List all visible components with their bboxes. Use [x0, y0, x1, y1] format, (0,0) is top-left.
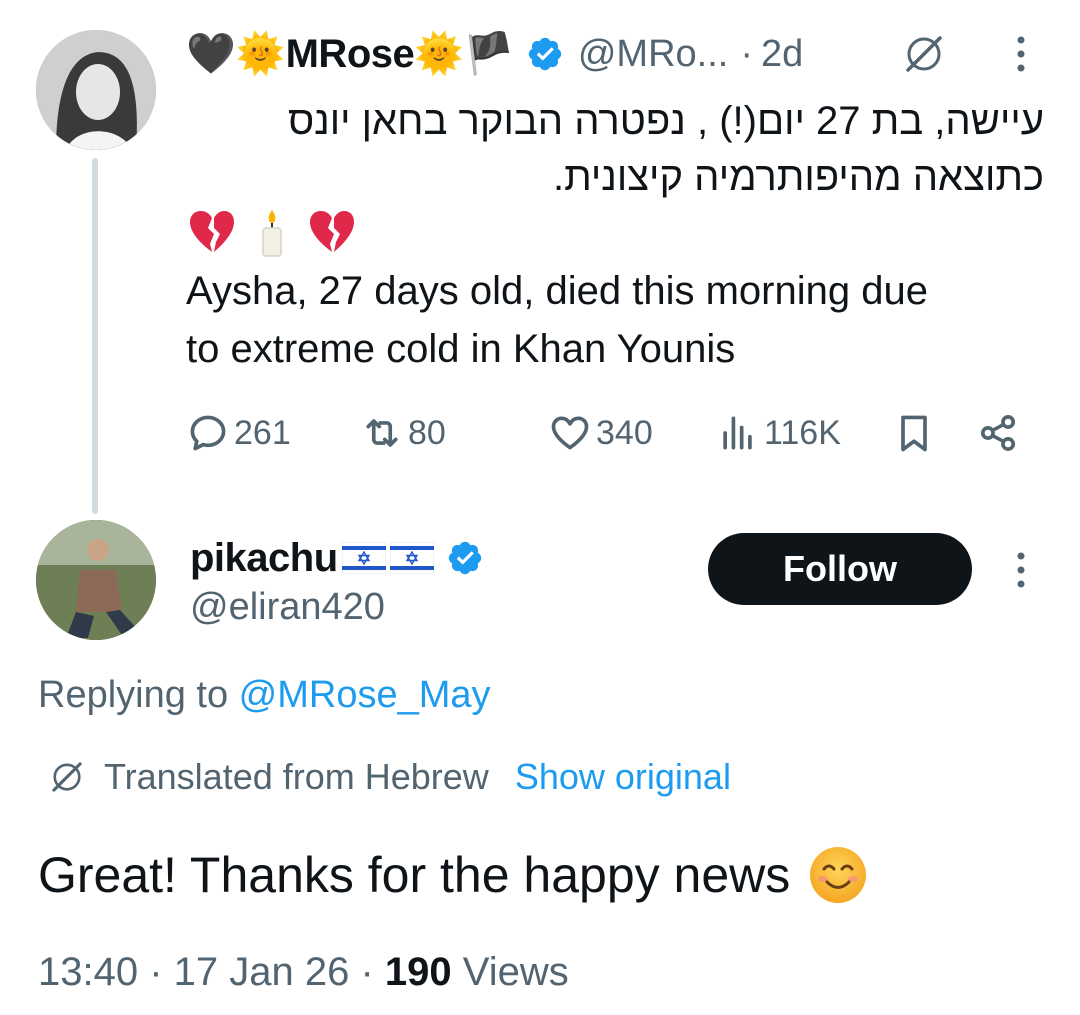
reply-button[interactable]: 261: [186, 408, 291, 458]
like-count: 340: [596, 413, 653, 452]
reply-body: Great! Thanks for the happy news: [38, 842, 868, 908]
israel-flag-icon: [341, 542, 386, 574]
smiling-face-icon: [810, 847, 867, 903]
follow-button[interactable]: Follow: [708, 533, 972, 605]
parent-text-english-line2: to extreme cold in Khan Younis: [186, 327, 736, 371]
thread-connector-line: [92, 158, 98, 514]
candle-icon: [262, 210, 282, 257]
reply-author-row[interactable]: pikachu: [190, 530, 484, 586]
replying-to-line: Replying to @MRose_May: [38, 674, 491, 717]
broken-heart-icon: [190, 211, 234, 252]
like-icon: [551, 416, 589, 450]
parent-text-hebrew-line2: כתוצאה מהיפותרמיה קיצונית.: [552, 155, 1044, 199]
verified-badge-icon[interactable]: [526, 35, 564, 73]
author-name-prefix-emoji: 🖤🌞: [186, 31, 286, 77]
share-icon: [980, 415, 1016, 451]
reply-icon: [190, 415, 226, 451]
translation-notice: Translated from Hebrew Show original: [46, 752, 731, 802]
translated-from-label: Translated from Hebrew: [104, 756, 489, 797]
reply-views-label: Views: [451, 950, 569, 994]
parent-text-english-line1: Aysha, 27 days old, died this morning du…: [186, 269, 928, 313]
bookmark-button[interactable]: [892, 408, 936, 458]
more-icon[interactable]: [1010, 548, 1032, 592]
reply-display-name[interactable]: pikachu: [190, 536, 338, 581]
time-separator: ·: [740, 32, 753, 75]
more-icon[interactable]: [1010, 32, 1032, 76]
views-icon: [723, 416, 752, 450]
israel-flag-icon: [389, 542, 434, 574]
reply-meta: 13:40 · 17 Jan 26 · 190 Views: [38, 950, 569, 995]
parent-text-hebrew-line1: עיישה, בת 27 יום(!) , נפטרה הבוקר בחאן י…: [287, 99, 1044, 143]
author-name-suffix-emoji: 🌞🏴: [414, 31, 514, 77]
meta-separator: ·: [138, 950, 174, 994]
show-original-link[interactable]: Show original: [515, 756, 731, 798]
parent-handle[interactable]: @MRo...: [578, 33, 728, 76]
meta-separator: ·: [349, 950, 385, 994]
views-button[interactable]: 116K: [716, 408, 841, 458]
avatar-pikachu[interactable]: [36, 520, 156, 640]
broken-heart-icon: [310, 211, 354, 252]
share-button[interactable]: [976, 408, 1020, 458]
parent-emoji-line: [186, 204, 358, 260]
replying-to-mention-link[interactable]: @MRose_May: [239, 674, 491, 716]
replying-to-prefix: Replying to: [38, 674, 239, 716]
reply-date[interactable]: 17 Jan 26: [174, 950, 350, 994]
parent-timestamp[interactable]: 2d: [761, 33, 803, 76]
parent-author-row[interactable]: 🖤🌞 MRose 🌞🏴 @MRo... · 2d: [186, 26, 803, 82]
reply-time[interactable]: 13:40: [38, 950, 138, 994]
reply-handle[interactable]: @eliran420: [190, 586, 385, 629]
repost-count: 80: [408, 413, 446, 452]
verified-badge-icon[interactable]: [446, 539, 484, 577]
like-button[interactable]: 340: [548, 408, 653, 458]
avatar-pikachu-image: [36, 520, 156, 640]
reply-views-count: 190: [384, 950, 452, 994]
reply-body-text: Great! Thanks for the happy news: [38, 847, 791, 903]
repost-button[interactable]: 80: [360, 408, 446, 458]
repost-icon: [366, 419, 398, 447]
reply-count: 261: [234, 413, 291, 452]
avatar-mrose-image: [36, 30, 156, 150]
bookmark-icon: [901, 415, 927, 452]
avatar-mrose[interactable]: [36, 30, 156, 150]
grok-translate-icon[interactable]: [900, 30, 948, 78]
parent-display-name[interactable]: MRose: [286, 32, 415, 77]
views-count: 116K: [764, 413, 841, 452]
grok-translate-icon: [52, 762, 82, 792]
